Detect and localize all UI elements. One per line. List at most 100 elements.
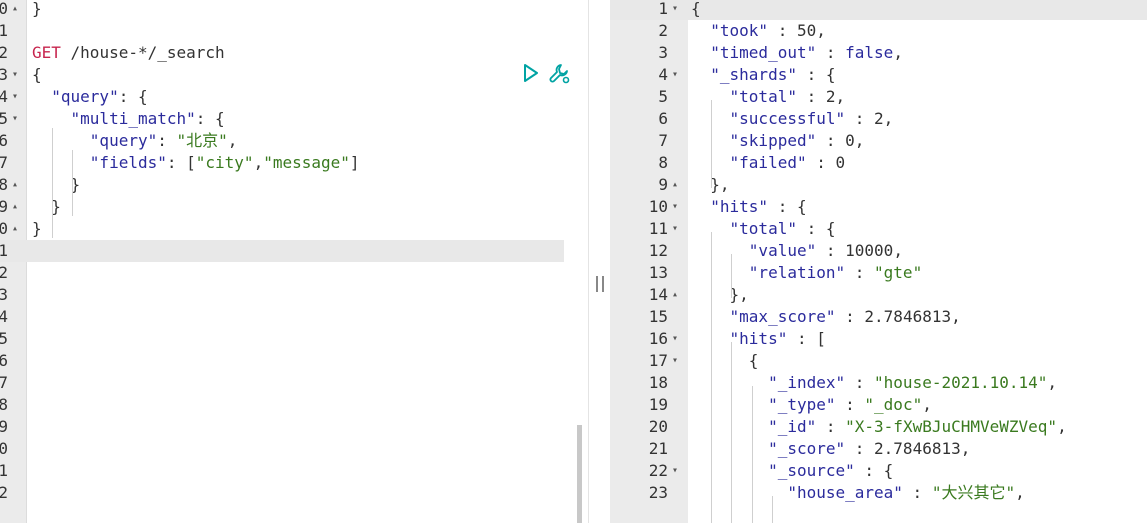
fold-down-icon[interactable]: ▾ [672, 460, 678, 482]
request-line[interactable]: 6 "query": "北京", [0, 130, 588, 152]
response-line[interactable]: 6 "successful" : 2, [610, 108, 1147, 130]
request-editor-scrollbar[interactable] [577, 425, 582, 523]
request-line[interactable]: 0 ▴} [0, 218, 588, 240]
code-text: "relation" : "gte" [691, 262, 922, 284]
fold-down-icon[interactable]: ▾ [12, 64, 18, 86]
pane-splitter[interactable] [588, 0, 611, 523]
request-line[interactable]: 0 ▴} [0, 0, 588, 20]
code-token: : [845, 439, 875, 458]
line-number: 1 [658, 0, 668, 18]
request-line[interactable]: 8 ▴ } [0, 174, 588, 196]
line-number: 0 [0, 219, 8, 238]
fold-down-icon[interactable]: ▾ [672, 0, 678, 20]
response-line[interactable]: 9 ▴ }, [610, 174, 1147, 196]
line-number: 19 [648, 395, 668, 414]
fold-down-icon[interactable]: ▾ [12, 108, 18, 130]
code-token: "failed" [729, 153, 807, 172]
indent-guide [711, 100, 712, 188]
response-line[interactable]: 20 "_id" : "X-3-fXwBJuCHMVeWZVeq", [610, 416, 1147, 438]
request-line[interactable]: 6 [0, 350, 588, 372]
response-line[interactable]: 16 ▾ "hits" : [ [610, 328, 1147, 350]
response-line[interactable]: 21 "_score" : 2.7846813, [610, 438, 1147, 460]
code-token: "hits" [729, 329, 788, 348]
request-line[interactable]: 8 [0, 394, 588, 416]
fold-down-icon[interactable]: ▾ [672, 196, 678, 218]
request-line[interactable]: 1 [0, 20, 588, 42]
code-token: : [816, 241, 846, 260]
response-viewer[interactable]: 1 ▾{2 "took" : 50, 3 "timed_out" : false, 4… [610, 0, 1147, 523]
request-settings-button[interactable] [548, 62, 570, 84]
fold-down-icon[interactable]: ▾ [672, 328, 678, 350]
response-line[interactable]: 8 "failed" : 0 [610, 152, 1147, 174]
request-line[interactable]: 2 [0, 262, 588, 284]
request-line[interactable]: 4 ▾ "query": { [0, 86, 588, 108]
request-line[interactable]: 2 GET /house-*/_search [0, 42, 588, 64]
indent-guide [772, 496, 773, 523]
fold-down-icon[interactable]: ▾ [672, 64, 678, 86]
response-line[interactable]: 19 "_type" : "_doc", [610, 394, 1147, 416]
fold-up-icon[interactable]: ▴ [672, 174, 678, 196]
code-token: "max_score" [729, 307, 836, 326]
run-request-button[interactable] [520, 62, 542, 84]
response-line[interactable]: 11 ▾ "total" : { [610, 218, 1147, 240]
request-line[interactable]: 3 ▾ { [0, 64, 588, 86]
response-line[interactable]: 4 ▾ "_shards" : { [610, 64, 1147, 86]
request-line[interactable]: 7 [0, 372, 588, 394]
response-line[interactable]: 1 ▾ { [610, 0, 1147, 20]
splitter-grip-icon[interactable] [596, 276, 604, 292]
response-line[interactable]: 13 "relation" : "gte" [610, 262, 1147, 284]
code-token: : [845, 109, 875, 128]
line-number: 9 [658, 175, 668, 194]
code-token: "multi_match" [70, 109, 196, 128]
fold-down-icon[interactable]: ▾ [12, 86, 18, 108]
fold-up-icon[interactable]: ▴ [672, 284, 678, 306]
fold-down-icon[interactable]: ▾ [672, 218, 678, 240]
request-editor[interactable]: 0 ▴} 1 2 GET /house-*/_search 3 ▾{4 ▾ "query": … [0, 0, 588, 523]
response-line[interactable]: 18 "_index" : "house-2021.10.14", [610, 372, 1147, 394]
fold-down-icon[interactable]: ▾ [672, 350, 678, 372]
request-line[interactable]: 9 [0, 416, 588, 438]
play-icon [524, 64, 538, 82]
line-number: 11 [648, 219, 668, 238]
response-line[interactable]: 22 ▾ "_source" : { [610, 460, 1147, 482]
response-line[interactable]: 12 "value" : 10000, [610, 240, 1147, 262]
request-line[interactable]: 2 [0, 482, 588, 504]
response-line[interactable]: 15 "max_score" : 2.7846813, [610, 306, 1147, 328]
request-action-bar [520, 62, 570, 84]
fold-up-icon[interactable]: ▴ [12, 218, 18, 240]
line-number: 8 [658, 153, 668, 172]
code-token: "大兴其它" [931, 483, 1016, 502]
line-number: 13 [648, 263, 668, 282]
request-line[interactable]: 5 ▾ "multi_match": { [0, 108, 588, 130]
response-line[interactable]: 23 "house_area" : "大兴其它", [610, 482, 1147, 504]
response-line[interactable]: 10 ▾ "hits" : { [610, 196, 1147, 218]
fold-up-icon[interactable]: ▴ [12, 0, 18, 20]
fold-up-icon[interactable]: ▴ [12, 174, 18, 196]
line-number: 3 [658, 43, 668, 62]
code-token: 0 [845, 131, 855, 150]
fold-up-icon[interactable]: ▴ [12, 196, 18, 218]
code-token: GET [32, 43, 61, 62]
request-line[interactable]: 5 [0, 328, 588, 350]
request-line[interactable]: 1 [0, 460, 588, 482]
request-line[interactable]: 1 [0, 240, 564, 262]
line-number: 1 [0, 241, 8, 260]
code-token: "_shards" [710, 65, 797, 84]
response-line[interactable]: 7 "skipped" : 0, [610, 130, 1147, 152]
request-line[interactable]: 9 ▴ } [0, 196, 588, 218]
response-line[interactable]: 14 ▴ }, [610, 284, 1147, 306]
code-text: "_id" : "X-3-fXwBJuCHMVeWZVeq", [691, 416, 1067, 438]
request-line[interactable]: 0 [0, 438, 588, 460]
response-line[interactable]: 5 "total" : 2, [610, 86, 1147, 108]
response-line[interactable]: 17 ▾ { [610, 350, 1147, 372]
request-line[interactable]: 4 [0, 306, 588, 328]
code-text: "query": "北京", [32, 130, 238, 152]
code-token: "hits" [710, 197, 769, 216]
code-text: { [32, 64, 42, 86]
code-text: "query": { [32, 86, 147, 108]
request-line[interactable]: 3 [0, 284, 588, 306]
response-line[interactable]: 2 "took" : 50, [610, 20, 1147, 42]
response-line[interactable]: 3 "timed_out" : false, [610, 42, 1147, 64]
code-token: : [816, 43, 846, 62]
request-line[interactable]: 7 "fields": ["city","message"] [0, 152, 588, 174]
